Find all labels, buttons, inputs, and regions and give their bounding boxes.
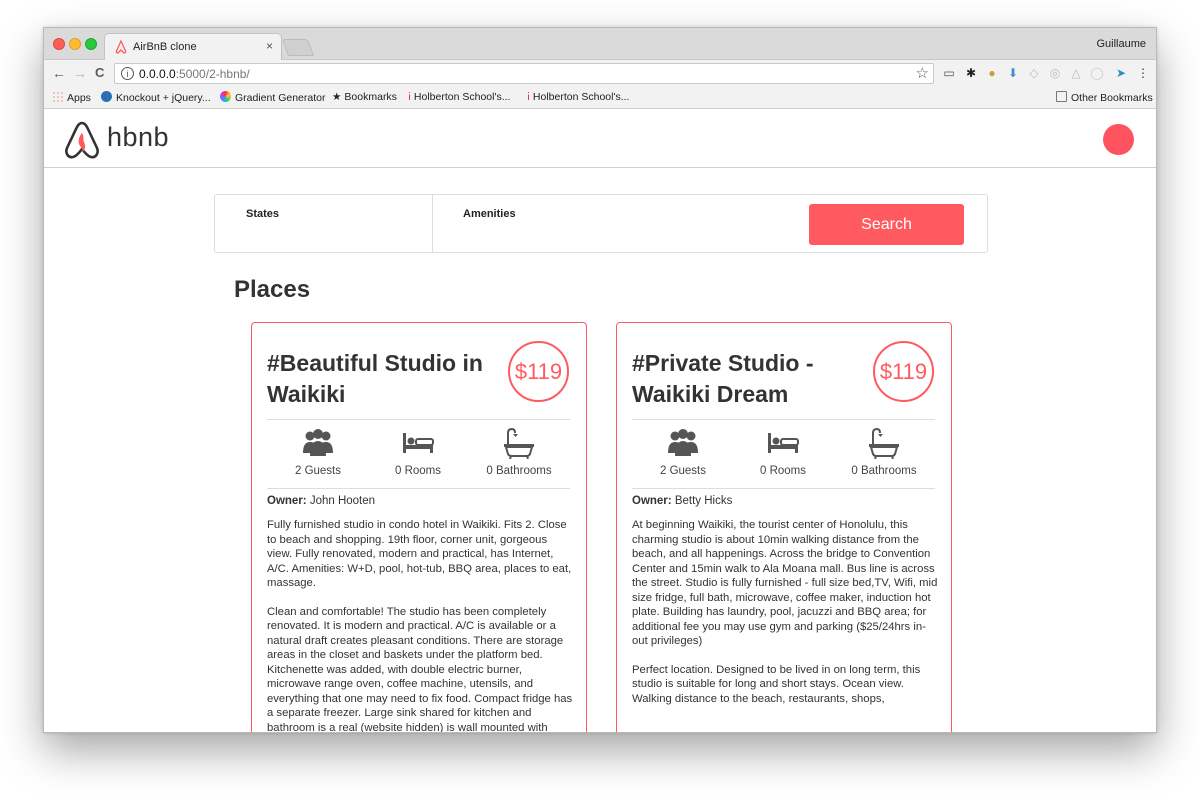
bathrooms-text: 0 Bathrooms	[851, 465, 917, 477]
logo-text: hbnb	[107, 122, 170, 152]
guests-icon	[303, 429, 333, 456]
divider	[632, 419, 935, 420]
owner-name: Betty Hicks	[674, 495, 733, 507]
maximize-window-button[interactable]	[85, 38, 97, 50]
cookie-icon[interactable]: ●	[985, 66, 999, 80]
airbnb-favicon-icon	[115, 40, 127, 54]
bathtub-icon	[869, 427, 899, 459]
apps-grid-icon	[52, 91, 63, 102]
bookmark-apps[interactable]: Apps	[52, 91, 91, 104]
owner: Owner: John Hooten	[267, 495, 375, 507]
bookmark-holberton-1[interactable]: ⅰ Holberton School's...	[408, 91, 510, 103]
divider	[267, 488, 570, 489]
description: At beginning Waikiki, the tourist center…	[632, 518, 938, 720]
guests-info: 2 Guests	[268, 427, 368, 477]
address-bar[interactable]: i 0.0.0.0:5000/2-hbnb/ ☆	[114, 63, 934, 84]
rooms-info: 0 Rooms	[368, 427, 468, 477]
extension-icon-2[interactable]: ◯	[1090, 66, 1104, 80]
amenities-label: Amenities	[463, 208, 516, 220]
description-paragraph: At beginning Waikiki, the tourist center…	[632, 519, 938, 647]
browser-window: AirBnB clone × Guillaume ← → C i 0.0.0.0…	[43, 27, 1157, 733]
place-card: #Private Studio - Waikiki Dream $119 2 G…	[616, 322, 952, 732]
cast-icon[interactable]: ▭	[942, 66, 956, 80]
bookmark-knockout[interactable]: Knockout + jQuery...	[101, 91, 211, 104]
description-paragraph: Fully furnished studio in condo hotel in…	[267, 519, 572, 589]
forward-icon[interactable]: →	[73, 65, 87, 81]
gradient-icon	[220, 91, 231, 102]
description: Fully furnished studio in condo hotel in…	[267, 518, 573, 733]
tab-close-icon[interactable]: ×	[266, 39, 273, 53]
owner-name: John Hooten	[309, 495, 376, 507]
tab-strip: AirBnB clone × Guillaume	[44, 28, 1156, 60]
star-icon: ★	[332, 91, 342, 103]
reload-icon[interactable]: C	[95, 65, 104, 80]
bookmark-holberton-2[interactable]: ⅰ Holberton School's...	[527, 91, 629, 103]
bathrooms-info: 0 Bathrooms	[834, 427, 934, 477]
bed-icon	[768, 433, 799, 453]
divider	[267, 419, 570, 420]
guests-icon	[668, 429, 698, 456]
profile-name[interactable]: Guillaume	[1096, 38, 1146, 50]
page-content: hbnb States Amenities Search Places #Bea…	[44, 110, 1156, 733]
bookmark-other[interactable]: Other Bookmarks	[1056, 91, 1153, 104]
site-info-icon[interactable]: i	[121, 67, 134, 80]
extension-icon[interactable]: ◎	[1048, 66, 1062, 80]
browser-toolbar: ← → C i 0.0.0.0:5000/2-hbnb/ ☆ ▭ ✱ ● ⬇ ◇…	[44, 60, 1156, 87]
guests-text: 2 Guests	[294, 465, 342, 477]
rooms-text: 0 Rooms	[394, 465, 442, 477]
holberton-icon: ⅰ	[527, 91, 530, 103]
divider	[632, 488, 935, 489]
shield-icon[interactable]: ◇	[1027, 66, 1041, 80]
holberton-icon: ⅰ	[408, 91, 411, 103]
bookmark-bookmarks[interactable]: ★ Bookmarks	[332, 91, 397, 103]
tab-title: AirBnB clone	[133, 41, 197, 53]
rooms-info: 0 Rooms	[733, 427, 833, 477]
tab-airbnb-clone[interactable]: AirBnB clone ×	[104, 33, 282, 60]
rooms-text: 0 Rooms	[759, 465, 807, 477]
hbnb-logo-icon	[65, 121, 99, 159]
minimize-window-button[interactable]	[69, 38, 81, 50]
place-card: #Beautiful Studio in Waikiki $119 2 Gues…	[251, 322, 587, 733]
back-icon[interactable]: ←	[52, 65, 66, 81]
pointer-icon[interactable]: ➤	[1114, 66, 1128, 80]
folder-icon	[1056, 91, 1067, 102]
user-avatar[interactable]	[1103, 124, 1134, 155]
states-filter[interactable]: States	[215, 195, 433, 252]
wordpress-icon	[101, 91, 112, 102]
drive-icon[interactable]: △	[1069, 66, 1083, 80]
place-name: #Beautiful Studio in Waikiki	[267, 350, 483, 407]
bathtub-icon	[504, 427, 534, 459]
price-by-night: $119	[508, 341, 569, 402]
place-name: #Private Studio - Waikiki Dream	[632, 350, 814, 407]
owner-label: Owner:	[632, 495, 672, 507]
bathrooms-text: 0 Bathrooms	[486, 465, 552, 477]
bookmark-gradient-generator[interactable]: Gradient Generator	[220, 91, 325, 104]
owner: Owner: Betty Hicks	[632, 495, 732, 507]
amenities-filter[interactable]: Amenities	[434, 195, 804, 252]
description-paragraph: Perfect location. Designed to be lived i…	[632, 663, 921, 705]
site-header: hbnb	[44, 110, 1156, 168]
search-button[interactable]: Search	[809, 204, 964, 245]
gear-icon[interactable]: ✱	[964, 66, 978, 80]
menu-icon[interactable]: ⋮	[1136, 66, 1150, 80]
price-by-night: $119	[873, 341, 934, 402]
bed-icon	[403, 433, 434, 453]
bookmark-star-icon[interactable]: ☆	[916, 64, 929, 82]
description-paragraph: Clean and comfortable! The studio has be…	[267, 605, 573, 733]
close-window-button[interactable]	[53, 38, 65, 50]
owner-label: Owner:	[267, 495, 307, 507]
guests-text: 2 Guests	[659, 465, 707, 477]
guests-info: 2 Guests	[633, 427, 733, 477]
new-tab-button[interactable]	[281, 39, 315, 56]
download-icon[interactable]: ⬇	[1006, 66, 1020, 80]
states-label: States	[246, 208, 280, 220]
url-text: 0.0.0.0:5000/2-hbnb/	[139, 67, 250, 81]
filters-bar: States Amenities Search	[214, 194, 988, 253]
bookmarks-bar: Apps Knockout + jQuery... Gradient Gener…	[44, 87, 1156, 109]
places-title: Places	[234, 276, 311, 303]
bathrooms-info: 0 Bathrooms	[469, 427, 569, 477]
